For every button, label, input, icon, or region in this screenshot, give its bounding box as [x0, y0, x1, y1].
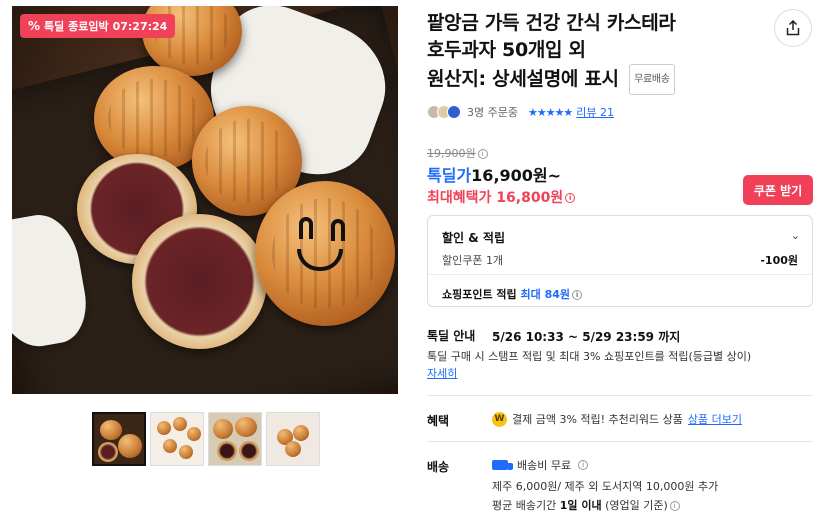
coupon-count: 할인쿠폰 1개	[442, 254, 504, 267]
get-coupon-button[interactable]: 쿠폰 받기	[743, 175, 813, 205]
thumbnail-4[interactable]	[266, 412, 320, 466]
deal-price-value: 16,900원~	[471, 166, 562, 185]
cut-walnut-cake	[132, 214, 267, 349]
free-shipping-tag: 무료배송	[629, 64, 675, 95]
info-icon[interactable]: i	[477, 149, 488, 159]
shopping-point-label: 쇼핑포인트 적립	[442, 288, 517, 301]
avg-shipping-suffix: (영업일 기준)	[605, 499, 668, 512]
shipping-label: 배송	[427, 460, 450, 474]
info-icon[interactable]: i	[572, 290, 583, 300]
avg-shipping-prefix: 평균 배송기간	[492, 499, 557, 512]
avatar	[447, 105, 461, 119]
badge-label: 톡딜 종료임박	[44, 20, 109, 33]
discount-accordion[interactable]: 할인 & 적립 ⌄ 할인쿠폰 1개 -100원 쇼핑포인트 적립 최대 84원 i	[427, 215, 813, 307]
avg-shipping-days: 1일 이내	[559, 499, 602, 512]
eye-icon	[331, 219, 345, 241]
deal-price: 톡딜가16,900원~	[427, 162, 561, 186]
truck-icon	[492, 460, 513, 470]
benefit-label: 혜택	[427, 414, 450, 428]
benefit-row: W 결제 금액 3% 적립! 추천리워드 상품 상품 더보기	[492, 411, 742, 427]
deal-description: 톡딜 구매 시 스탬프 적립 및 최대 3% 쇼핑포인트를 적립(등급별 상이)	[427, 350, 752, 363]
deal-info-label: 톡딜 안내	[427, 329, 476, 343]
main-product-image[interactable]	[12, 6, 398, 394]
deal-ending-badge: % 톡딜 종료임박 07:27:24	[20, 14, 176, 38]
divider	[428, 274, 812, 275]
won-coin-icon: W	[492, 411, 507, 427]
thumbnail-1[interactable]	[92, 412, 146, 466]
divider	[427, 441, 813, 442]
deal-period: 5/26 10:33 ~ 5/29 23:59 까지	[492, 330, 681, 344]
deal-details-link[interactable]: 자세히	[427, 365, 457, 381]
star-rating-icon: ★★★★★	[527, 105, 573, 119]
coupon-discount-value: -100원	[760, 254, 798, 267]
shopping-point-value: 최대 84원	[520, 288, 571, 301]
max-benefit-price: 최대혜택가 16,800원 i	[427, 187, 576, 207]
orders-count: 3명 주문중	[467, 106, 518, 119]
title-line-2: 호두과자 50개입 외	[427, 39, 586, 61]
order-review-meta: 3명 주문중 ★★★★★ 리뷰 21	[427, 104, 614, 120]
shopping-point-row: 쇼핑포인트 적립 최대 84원 i	[442, 286, 583, 302]
smiling-walnut-cake	[255, 181, 395, 326]
share-icon	[786, 20, 800, 36]
smile-icon	[297, 249, 343, 271]
thumbnail-strip	[92, 412, 320, 466]
original-price-value: 19,900원	[427, 147, 476, 160]
badge-timer: 07:27:24	[112, 19, 168, 33]
review-link[interactable]: 리뷰 21	[576, 104, 614, 120]
shipping-extra-fee: 제주 6,000원/ 제주 외 도서지역 10,000원 추가	[492, 480, 719, 493]
divider	[427, 395, 813, 396]
buyer-avatars	[427, 105, 461, 119]
benefit-text: 결제 금액 3% 적립! 추천리워드 상품	[512, 413, 683, 426]
info-icon[interactable]: i	[669, 501, 680, 511]
info-icon[interactable]: i	[565, 193, 576, 203]
info-icon[interactable]: i	[578, 460, 589, 470]
deal-price-label: 톡딜가	[427, 166, 472, 185]
title-line-3-text: 원산지: 상세설명에 표시	[427, 68, 619, 90]
max-benefit-label: 최대혜택가	[427, 190, 492, 206]
chevron-down-icon[interactable]: ⌄	[791, 229, 800, 242]
share-button[interactable]	[774, 9, 812, 47]
title-line-3: 원산지: 상세설명에 표시 무료배송	[427, 64, 757, 95]
shipping-fee: 배송비 무료	[517, 459, 572, 472]
average-shipping-time: 평균 배송기간 1일 이내 (영업일 기준) i	[492, 497, 680, 513]
discount-header: 할인 & 적립	[442, 231, 505, 245]
original-price: 19,900원 i	[427, 145, 488, 161]
percent-icon: %	[28, 19, 41, 33]
thumbnail-2[interactable]	[150, 412, 204, 466]
product-title: 팥앙금 가득 건강 간식 카스테라 호두과자 50개입 외 원산지: 상세설명에…	[427, 10, 757, 95]
more-products-link[interactable]: 상품 더보기	[688, 411, 742, 427]
eye-icon	[299, 217, 313, 239]
thumbnail-3[interactable]	[208, 412, 262, 466]
max-benefit-value: 16,800원	[496, 190, 564, 206]
title-line-1: 팥앙금 가득 건강 간식 카스테라	[427, 12, 676, 34]
shipping-fee-row: 배송비 무료 i	[492, 457, 589, 473]
